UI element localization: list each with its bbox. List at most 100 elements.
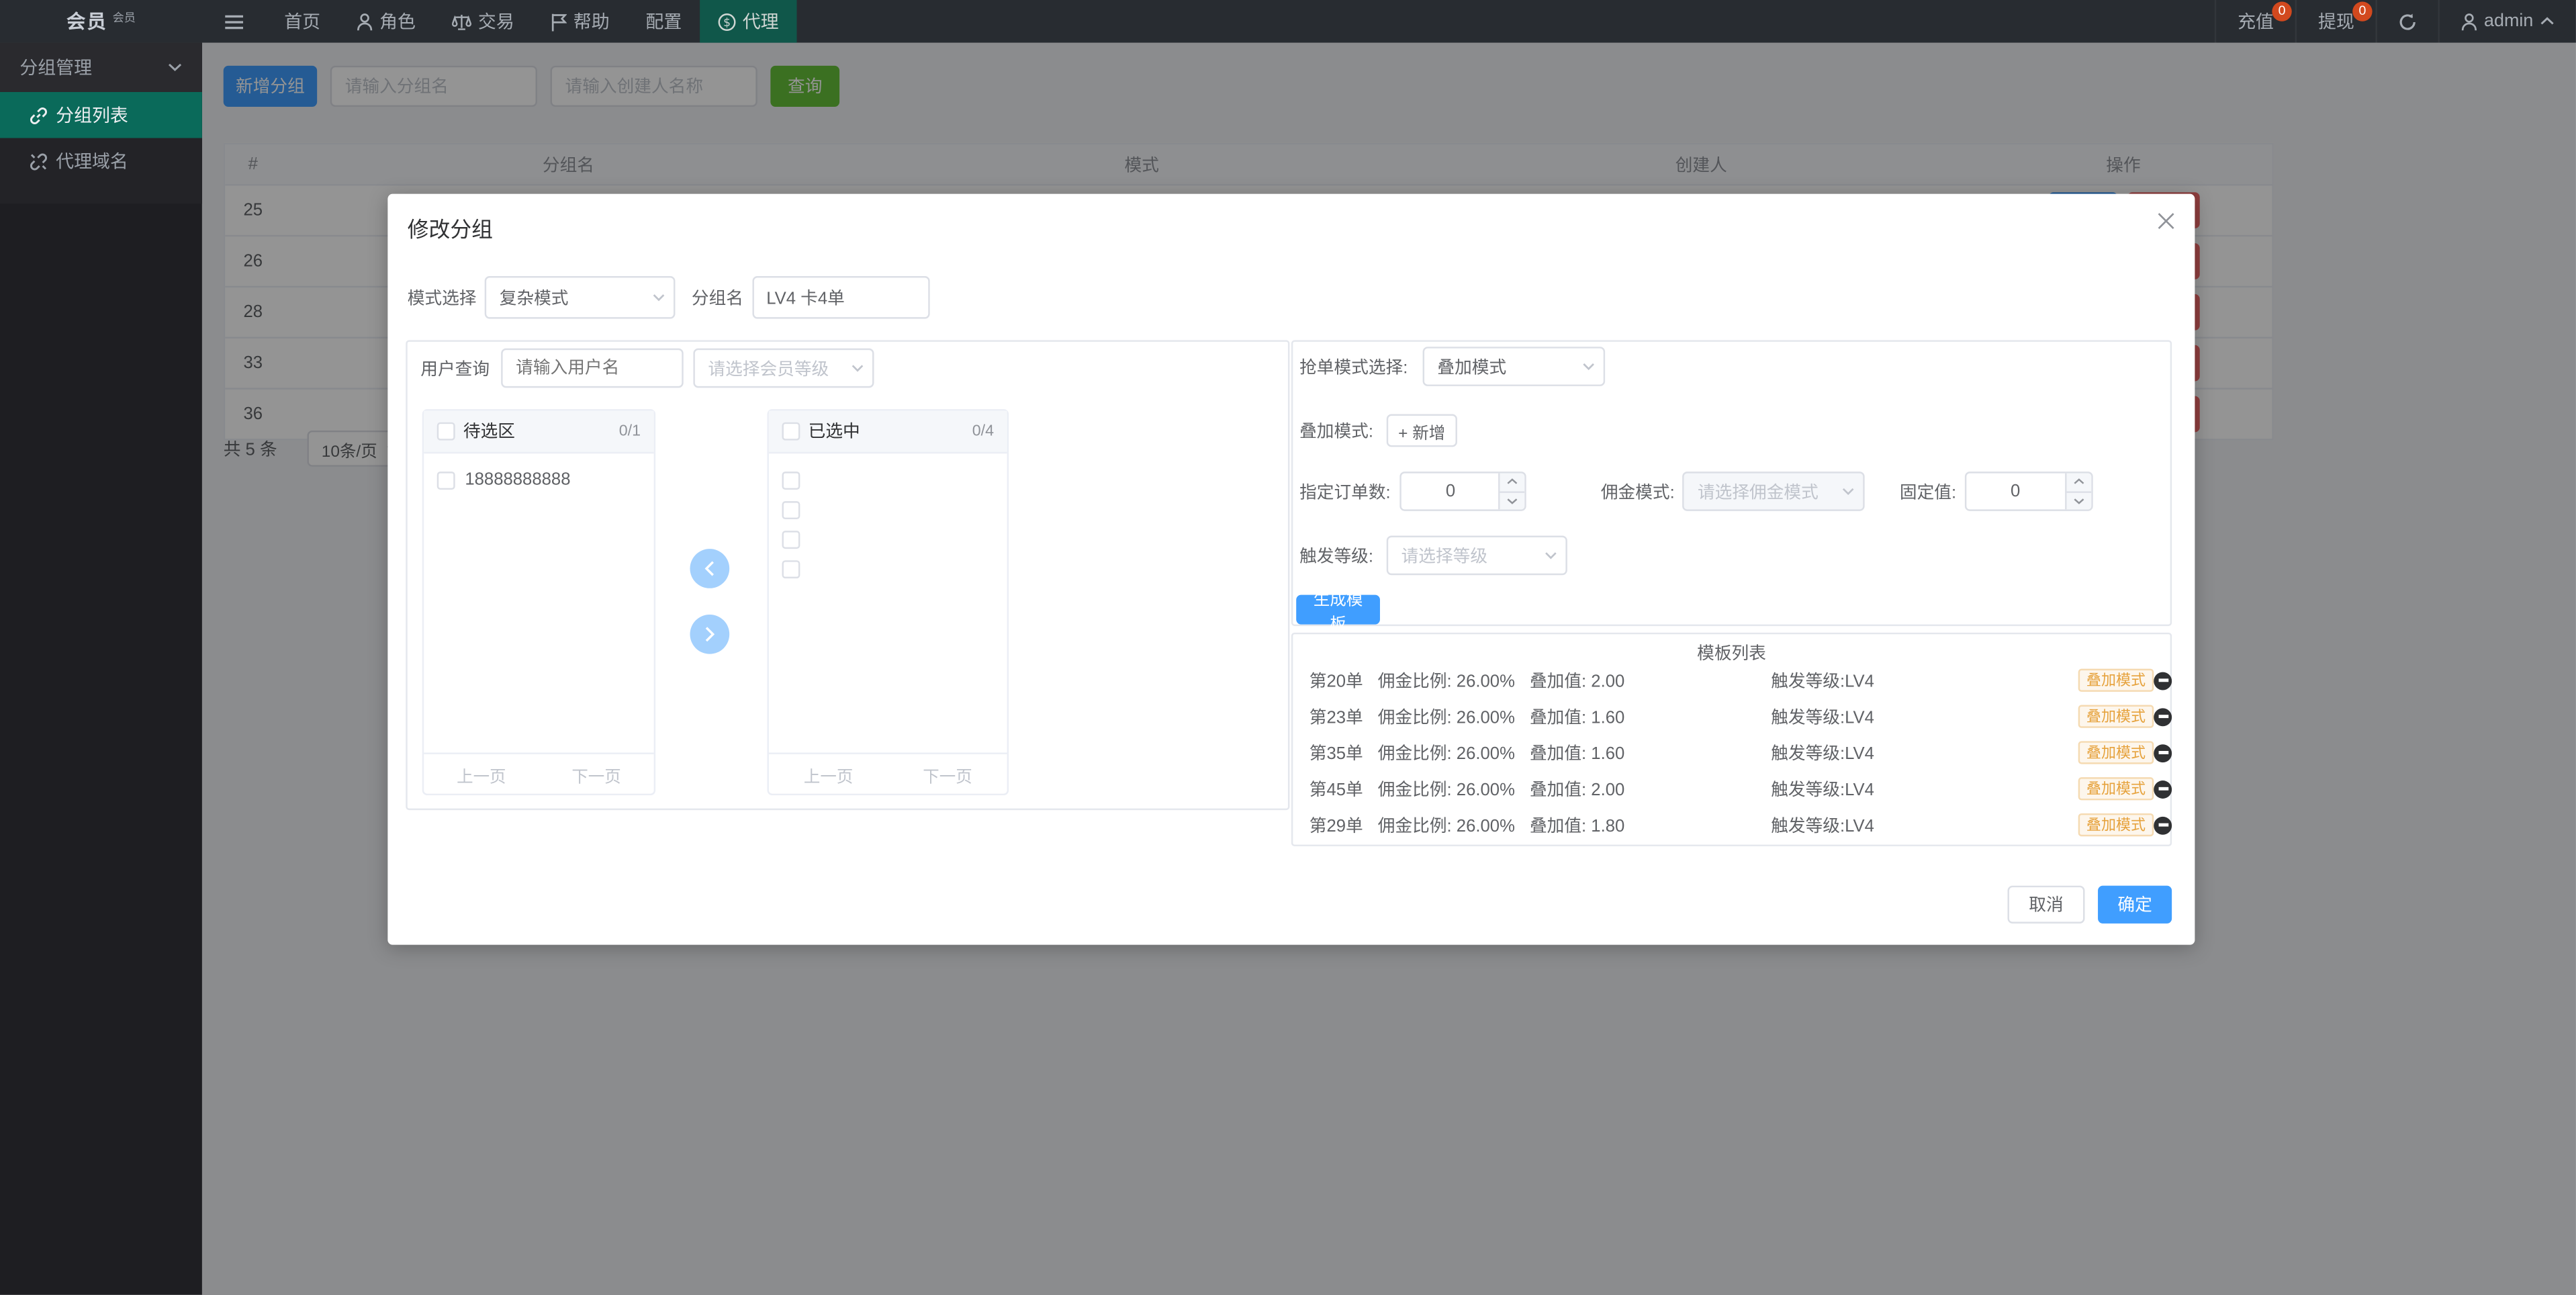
- group-name-field[interactable]: [751, 276, 929, 319]
- item-checkbox[interactable]: [437, 471, 455, 489]
- template-order: 第35单: [1309, 740, 1363, 765]
- list-item[interactable]: [769, 494, 1007, 524]
- template-row: 第45单 佣金比例: 26.00% 叠加值: 2.00 触发等级:LV4 叠加模…: [1293, 770, 2173, 807]
- dialog-footer: 取消 确定: [2008, 886, 2172, 924]
- list-item[interactable]: 18888888888: [424, 465, 653, 494]
- stack-mode-label: 叠加模式:: [1299, 418, 1373, 443]
- remove-template-icon[interactable]: [2154, 744, 2172, 762]
- target-panel-header: 已选中 0/4: [769, 411, 1007, 454]
- chevron-down-icon: [1582, 362, 1596, 370]
- remove-template-icon[interactable]: [2154, 707, 2172, 725]
- decrement-button[interactable]: [2066, 492, 2091, 510]
- item-checkbox[interactable]: [782, 530, 800, 548]
- nav-tab-home[interactable]: 首页: [266, 0, 338, 43]
- nav-tab-trade[interactable]: 交易: [434, 0, 533, 43]
- trigger-level-label: 触发等级:: [1299, 543, 1373, 568]
- target-panel-list: [769, 453, 1007, 583]
- logo-superscript: 会员: [113, 10, 136, 26]
- list-item[interactable]: [769, 524, 1007, 553]
- withdraw-button[interactable]: 提现 0: [2295, 0, 2376, 43]
- nav-tab-config[interactable]: 配置: [628, 0, 700, 43]
- sidebar-item-agent-domain[interactable]: 代理域名: [0, 138, 202, 183]
- increment-button[interactable]: [1501, 474, 1526, 492]
- edit-group-dialog: 修改分组 模式选择 复杂模式 分组名 用户查询 请选择会员等级: [387, 194, 2195, 945]
- target-panel-pager: 上一页 下一页: [769, 752, 1007, 793]
- template-order: 第20单: [1309, 668, 1363, 693]
- sidebar-group-management[interactable]: 分组管理: [0, 43, 202, 92]
- dollar-circle-icon: $: [718, 12, 736, 30]
- target-panel-title: 已选中: [809, 419, 964, 444]
- stepper-arrows: [2065, 474, 2091, 510]
- confirm-button[interactable]: 确定: [2098, 886, 2172, 924]
- next-page-button[interactable]: 下一页: [539, 754, 653, 794]
- scales-icon: [452, 12, 471, 30]
- cancel-button[interactable]: 取消: [2008, 886, 2085, 924]
- template-stack-value: 叠加值: 1.80: [1530, 813, 1624, 838]
- link-icon: [30, 106, 48, 124]
- select-all-checkbox[interactable]: [782, 422, 800, 441]
- chevron-up-icon: [2540, 16, 2555, 26]
- list-item[interactable]: [769, 465, 1007, 494]
- fixed-value-label: 固定值:: [1900, 479, 1956, 504]
- source-panel-title: 待选区: [463, 419, 611, 444]
- source-panel-header: 待选区 0/1: [424, 411, 653, 454]
- fixed-value-stepper[interactable]: 0: [1964, 472, 2092, 511]
- member-level-select[interactable]: 请选择会员等级: [693, 349, 874, 388]
- chevron-down-icon: [652, 294, 665, 302]
- remove-template-icon[interactable]: [2154, 780, 2172, 798]
- close-icon[interactable]: [2154, 209, 2178, 234]
- refresh-icon: [2399, 12, 2417, 30]
- refresh-button[interactable]: [2376, 0, 2438, 43]
- next-page-button[interactable]: 下一页: [888, 754, 1007, 794]
- decrement-button[interactable]: [1501, 492, 1526, 510]
- add-new-button[interactable]: + 新增: [1387, 414, 1457, 447]
- trigger-level-select[interactable]: 请选择等级: [1387, 536, 1567, 576]
- nav-tab-agent[interactable]: $ 代理: [700, 0, 796, 43]
- hamburger-button[interactable]: [202, 14, 266, 29]
- recharge-button[interactable]: 充值 0: [2215, 0, 2295, 43]
- grab-mode-row: 抢单模式选择: 叠加模式: [1299, 347, 1605, 386]
- select-all-checkbox[interactable]: [437, 422, 455, 441]
- app-logo: 会员 会员: [0, 8, 202, 34]
- move-left-button[interactable]: [690, 549, 729, 588]
- flag-icon: [551, 12, 567, 30]
- target-panel-count: 0/4: [972, 422, 994, 441]
- top-navbar: 会员 会员 首页 角色 交易 帮助: [0, 0, 2576, 43]
- template-order: 第45单: [1309, 776, 1363, 801]
- avatar-icon: [2461, 12, 2477, 30]
- user-query-row: 用户查询 请选择会员等级: [420, 349, 874, 388]
- svg-text:$: $: [723, 15, 731, 29]
- user-icon: [357, 12, 373, 30]
- sidebar-item-group-list[interactable]: 分组列表: [0, 92, 202, 138]
- remove-template-icon[interactable]: [2154, 671, 2172, 689]
- prev-page-button[interactable]: 上一页: [424, 754, 539, 794]
- template-row: 第29单 佣金比例: 26.00% 叠加值: 1.80 触发等级:LV4 叠加模…: [1293, 807, 2173, 843]
- hamburger-icon: [225, 14, 243, 29]
- template-commission: 佣金比例: 26.00%: [1378, 740, 1515, 765]
- grab-mode-select[interactable]: 叠加模式: [1422, 347, 1605, 386]
- generate-template-button[interactable]: 生成模板: [1296, 595, 1380, 625]
- item-checkbox[interactable]: [782, 560, 800, 578]
- prev-page-button[interactable]: 上一页: [769, 754, 888, 794]
- item-checkbox[interactable]: [782, 471, 800, 489]
- stack-mode-tag: 叠加模式: [2078, 668, 2154, 693]
- list-item[interactable]: [769, 553, 1007, 583]
- nav-tab-roles[interactable]: 角色: [338, 0, 434, 43]
- trigger-level-row: 触发等级: 请选择等级: [1299, 536, 1567, 576]
- mode-select[interactable]: 复杂模式: [485, 276, 676, 319]
- commission-mode-label: 佣金模式:: [1601, 479, 1675, 504]
- nav-tab-help[interactable]: 帮助: [533, 0, 628, 43]
- order-count-stepper[interactable]: 0: [1400, 472, 1526, 511]
- user-menu[interactable]: admin: [2438, 0, 2576, 43]
- username-input[interactable]: [501, 349, 684, 388]
- move-right-button[interactable]: [690, 615, 729, 654]
- withdraw-badge: 0: [2352, 1, 2372, 21]
- increment-button[interactable]: [2066, 474, 2091, 492]
- item-checkbox[interactable]: [782, 500, 800, 519]
- commission-mode-select[interactable]: 请选择佣金模式: [1683, 472, 1866, 511]
- stack-mode-tag: 叠加模式: [2078, 705, 2154, 729]
- transfer-target-panel: 已选中 0/4 上一页 下一页: [767, 409, 1009, 795]
- remove-template-icon[interactable]: [2154, 816, 2172, 834]
- grab-settings-panel: 抢单模式选择: 叠加模式 叠加模式: + 新增 指定订单数: 0: [1291, 340, 2172, 626]
- template-trigger-level: 触发等级:LV4: [1771, 776, 1874, 801]
